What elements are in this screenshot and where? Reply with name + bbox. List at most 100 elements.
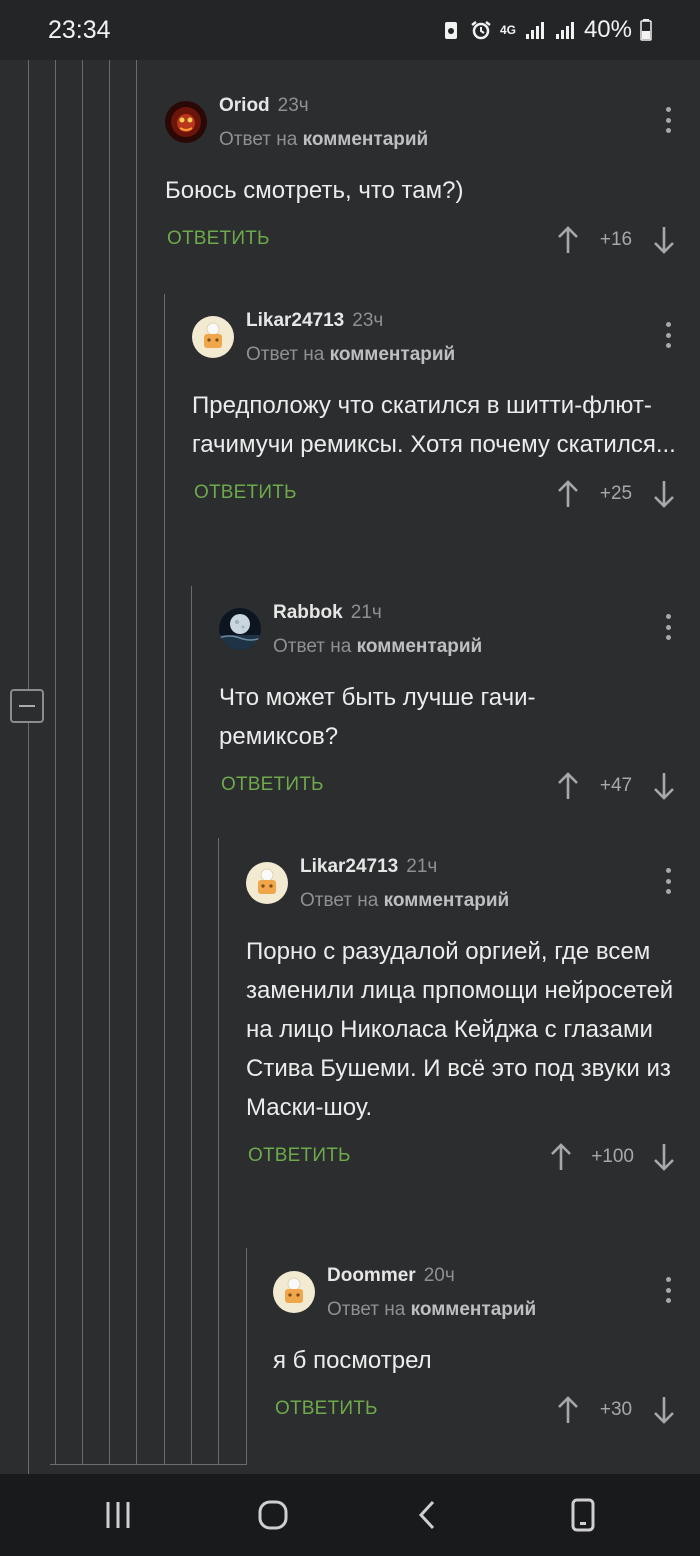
- signal-icon: [525, 22, 544, 39]
- comment: Doommer 20ч Ответ на комментарий я б посм…: [273, 1265, 700, 1430]
- thread-line[interactable]: [246, 1248, 247, 1464]
- more-options-icon[interactable]: [664, 107, 672, 133]
- reply-to: Ответ на комментарий: [219, 129, 428, 151]
- upvote-icon[interactable]: [556, 771, 580, 801]
- avatar[interactable]: [273, 1271, 315, 1313]
- comment-time: 21ч: [350, 602, 382, 623]
- comment-author[interactable]: Likar24713 23ч: [246, 310, 383, 332]
- vote-controls: +16: [556, 220, 676, 260]
- status-icons: 4G 40%: [440, 16, 652, 44]
- reply-target-link[interactable]: комментарий: [330, 344, 456, 365]
- avatar-image: [219, 608, 261, 650]
- thread-line[interactable]: [136, 60, 137, 1464]
- more-options-icon[interactable]: [664, 1277, 672, 1303]
- reply-button[interactable]: ОТВЕТИТЬ: [194, 482, 297, 504]
- author-name[interactable]: Doommer: [327, 1265, 416, 1286]
- thread-line[interactable]: [164, 294, 165, 1464]
- more-options-icon[interactable]: [664, 868, 672, 894]
- back-button[interactable]: [408, 1495, 448, 1535]
- back-icon: [418, 1500, 434, 1530]
- comment-actions: ОТВЕТИТЬ +100: [246, 1137, 700, 1177]
- score: +30: [599, 1399, 633, 1420]
- score: +100: [591, 1146, 634, 1167]
- upvote-icon[interactable]: [549, 1142, 573, 1172]
- keyboard-toggle-button[interactable]: [563, 1495, 603, 1535]
- alarm-icon: [471, 21, 491, 40]
- comment-header: Doommer 20ч Ответ на комментарий: [273, 1265, 700, 1325]
- comment-time: 23ч: [352, 310, 384, 331]
- reply-to: Ответ на комментарий: [273, 636, 482, 658]
- battery-saver-icon: [444, 22, 457, 39]
- avatar[interactable]: [246, 862, 288, 904]
- more-options-icon[interactable]: [664, 614, 672, 640]
- vote-controls: +30: [556, 1390, 676, 1430]
- downvote-icon[interactable]: [652, 1395, 676, 1425]
- battery-percent: 40%: [583, 16, 632, 43]
- comment-time: 23ч: [277, 95, 309, 116]
- upvote-icon[interactable]: [556, 225, 580, 255]
- default-avatar-image: [192, 316, 234, 358]
- comment-actions: ОТВЕТИТЬ +30: [273, 1390, 700, 1430]
- downvote-icon[interactable]: [652, 1142, 676, 1172]
- thread-line[interactable]: [191, 586, 192, 1464]
- thread-line[interactable]: [55, 60, 56, 1464]
- thread-line-horizontal: [50, 1464, 247, 1465]
- system-navigation-bar: [0, 1474, 700, 1556]
- comment-author[interactable]: Rabbok 21ч: [273, 602, 382, 624]
- vote-controls: +100: [549, 1137, 676, 1177]
- comment-header: Likar24713 21ч Ответ на комментарий: [246, 856, 700, 916]
- avatar[interactable]: [192, 316, 234, 358]
- reply-to: Ответ на комментарий: [246, 344, 455, 366]
- reply-button[interactable]: ОТВЕТИТЬ: [248, 1145, 351, 1167]
- comment-author[interactable]: Likar24713 21ч: [300, 856, 437, 878]
- comment-actions: ОТВЕТИТЬ +47: [219, 766, 700, 806]
- thread-line[interactable]: [218, 838, 219, 1464]
- author-name[interactable]: Likar24713: [300, 856, 398, 877]
- comment-time: 20ч: [423, 1265, 455, 1286]
- avatar[interactable]: [219, 608, 261, 650]
- reply-button[interactable]: ОТВЕТИТЬ: [221, 774, 324, 796]
- reply-prefix: Ответ на: [300, 890, 379, 911]
- collapse-thread-button[interactable]: [10, 689, 44, 723]
- reply-button[interactable]: ОТВЕТИТЬ: [275, 1398, 378, 1420]
- downvote-icon[interactable]: [652, 479, 676, 509]
- reply-target-link[interactable]: комментарий: [303, 129, 429, 150]
- comment-text: Боюсь смотреть, что там?): [165, 177, 464, 204]
- reply-target-link[interactable]: комментарий: [411, 1299, 537, 1320]
- comment-text: я б посмотрел: [273, 1347, 432, 1374]
- avatar-image: [165, 101, 207, 143]
- upvote-icon[interactable]: [556, 479, 580, 509]
- comment: Rabbok 21ч Ответ на комментарий Что может…: [219, 602, 700, 806]
- downvote-icon[interactable]: [652, 771, 676, 801]
- reply-button[interactable]: ОТВЕТИТЬ: [167, 228, 270, 250]
- recent-apps-button[interactable]: [98, 1495, 138, 1535]
- home-icon: [258, 1500, 287, 1530]
- author-name[interactable]: Likar24713: [246, 310, 344, 331]
- comment-time: 21ч: [406, 856, 438, 877]
- upvote-icon[interactable]: [556, 1395, 580, 1425]
- status-bar: 23:34 4G 40%: [0, 0, 700, 60]
- reply-prefix: Ответ на: [327, 1299, 406, 1320]
- comment-author[interactable]: Oriod 23ч: [219, 95, 309, 117]
- reply-to: Ответ на комментарий: [327, 1299, 536, 1321]
- reply-target-link[interactable]: комментарий: [384, 890, 510, 911]
- reply-target-link[interactable]: комментарий: [357, 636, 483, 657]
- thread-line[interactable]: [82, 60, 83, 1464]
- home-button[interactable]: [253, 1495, 293, 1535]
- comment-author[interactable]: Doommer 20ч: [327, 1265, 455, 1287]
- reply-prefix: Ответ на: [246, 344, 325, 365]
- comment-actions: ОТВЕТИТЬ +25: [192, 474, 700, 514]
- thread-line[interactable]: [109, 60, 110, 1464]
- more-options-icon[interactable]: [664, 322, 672, 348]
- downvote-icon[interactable]: [652, 225, 676, 255]
- thread-line[interactable]: [28, 60, 29, 1474]
- avatar[interactable]: [165, 101, 207, 143]
- comment-text: Предположу что скатился в шитти-флют-гач…: [192, 392, 676, 458]
- author-name[interactable]: Rabbok: [273, 602, 343, 623]
- keyboard-phone-icon: [571, 1498, 594, 1532]
- comments-thread: Oriod 23ч Ответ на комментарий Боюсь смот…: [0, 60, 700, 1474]
- recent-apps-icon: [106, 1502, 129, 1528]
- comment-text: Что может быть лучше гачи-ремиксов?: [219, 684, 536, 750]
- score: +47: [599, 775, 633, 796]
- author-name[interactable]: Oriod: [219, 95, 270, 116]
